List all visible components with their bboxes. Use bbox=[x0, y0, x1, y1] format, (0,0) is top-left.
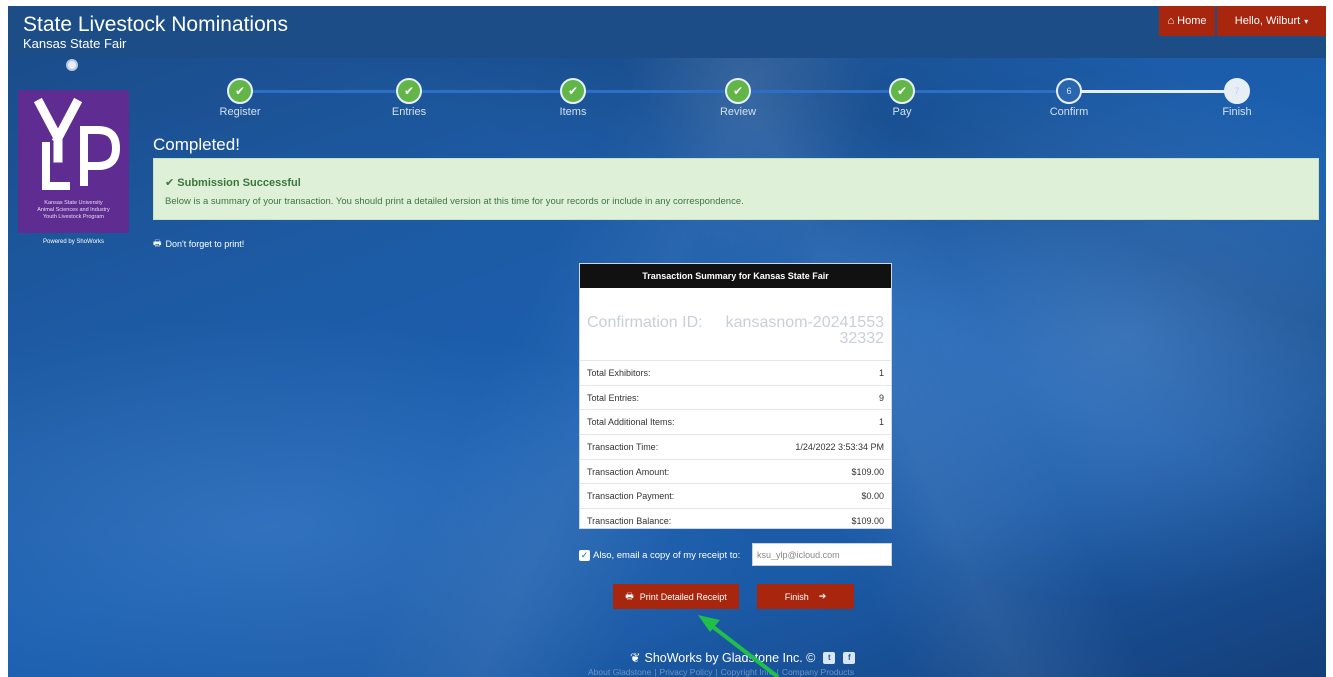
annotation-arrow bbox=[698, 615, 780, 677]
app-frame: State Livestock Nominations Kansas State… bbox=[8, 6, 1326, 677]
